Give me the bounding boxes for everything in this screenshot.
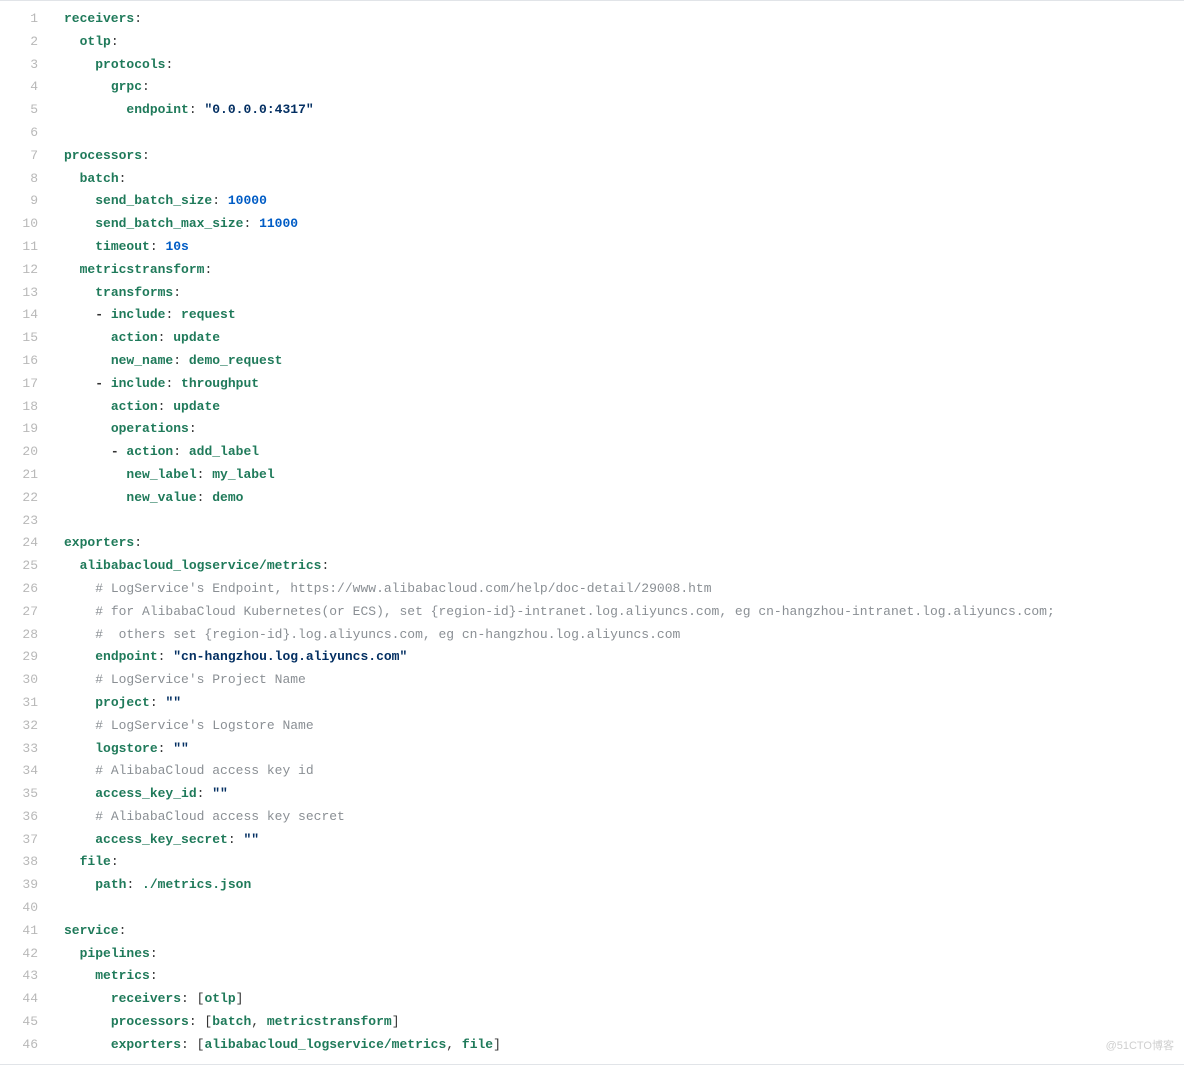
code-block: 1234567891011121314151617181920212223242… [0,0,1184,1065]
line-number: 3 [0,54,52,77]
line-number: 13 [0,282,52,305]
line-number: 24 [0,532,52,555]
code-line: service: [64,920,1184,943]
code-line [64,897,1184,920]
code-line: operations: [64,418,1184,441]
line-number: 2 [0,31,52,54]
line-number: 40 [0,897,52,920]
code-content[interactable]: receivers: otlp: protocols: grpc: endpoi… [52,1,1184,1064]
code-line: # others set {region-id}.log.aliyuncs.co… [64,624,1184,647]
line-number: 27 [0,601,52,624]
line-number: 7 [0,145,52,168]
line-number: 4 [0,76,52,99]
code-line [64,510,1184,533]
line-number: 18 [0,396,52,419]
code-line: send_batch_size: 10000 [64,190,1184,213]
code-line: project: "" [64,692,1184,715]
watermark: @51CTO博客 [1106,1035,1174,1058]
code-line: # LogService's Project Name [64,669,1184,692]
line-number: 26 [0,578,52,601]
code-line: new_value: demo [64,487,1184,510]
code-line: # AlibabaCloud access key secret [64,806,1184,829]
line-number: 10 [0,213,52,236]
line-number: 31 [0,692,52,715]
line-number: 30 [0,669,52,692]
line-number: 21 [0,464,52,487]
code-line: - include: request [64,304,1184,327]
line-number: 35 [0,783,52,806]
line-number: 33 [0,738,52,761]
code-line: protocols: [64,54,1184,77]
code-line [64,122,1184,145]
line-number: 11 [0,236,52,259]
code-line: file: [64,851,1184,874]
code-line: pipelines: [64,943,1184,966]
code-line: processors: [64,145,1184,168]
code-line: alibabacloud_logservice/metrics: [64,555,1184,578]
line-number: 6 [0,122,52,145]
line-number: 46 [0,1034,52,1057]
code-line: - include: throughput [64,373,1184,396]
code-line: action: update [64,327,1184,350]
line-number: 9 [0,190,52,213]
code-line: endpoint: "0.0.0.0:4317" [64,99,1184,122]
code-line: grpc: [64,76,1184,99]
line-number: 43 [0,965,52,988]
code-line: exporters: [alibabacloud_logservice/metr… [64,1034,1184,1057]
code-line: batch: [64,168,1184,191]
code-line: new_name: demo_request [64,350,1184,373]
code-line: metrics: [64,965,1184,988]
code-line: receivers: [otlp] [64,988,1184,1011]
code-line: transforms: [64,282,1184,305]
line-number: 42 [0,943,52,966]
line-number: 5 [0,99,52,122]
code-line: # LogService's Endpoint, https://www.ali… [64,578,1184,601]
code-line: # LogService's Logstore Name [64,715,1184,738]
line-number: 19 [0,418,52,441]
code-line: new_label: my_label [64,464,1184,487]
line-number: 36 [0,806,52,829]
line-number: 20 [0,441,52,464]
line-number: 34 [0,760,52,783]
code-line: action: update [64,396,1184,419]
code-line: timeout: 10s [64,236,1184,259]
line-number: 1 [0,8,52,31]
code-line: metricstransform: [64,259,1184,282]
line-number: 25 [0,555,52,578]
line-number: 37 [0,829,52,852]
code-line: receivers: [64,8,1184,31]
code-line: exporters: [64,532,1184,555]
code-line: - action: add_label [64,441,1184,464]
line-number: 8 [0,168,52,191]
line-number: 14 [0,304,52,327]
line-number: 22 [0,487,52,510]
line-number: 29 [0,646,52,669]
line-number: 16 [0,350,52,373]
line-number: 17 [0,373,52,396]
line-number: 38 [0,851,52,874]
code-line: # AlibabaCloud access key id [64,760,1184,783]
line-number: 12 [0,259,52,282]
code-line: access_key_secret: "" [64,829,1184,852]
line-number: 41 [0,920,52,943]
line-number: 45 [0,1011,52,1034]
code-line: logstore: "" [64,738,1184,761]
code-line: send_batch_max_size: 11000 [64,213,1184,236]
line-number: 28 [0,624,52,647]
line-number: 32 [0,715,52,738]
line-number: 44 [0,988,52,1011]
line-number: 23 [0,510,52,533]
code-line: path: ./metrics.json [64,874,1184,897]
line-number: 15 [0,327,52,350]
code-line: # for AlibabaCloud Kubernetes(or ECS), s… [64,601,1184,624]
line-number: 39 [0,874,52,897]
code-line: processors: [batch, metricstransform] [64,1011,1184,1034]
code-line: access_key_id: "" [64,783,1184,806]
line-number-gutter: 1234567891011121314151617181920212223242… [0,1,52,1064]
code-line: otlp: [64,31,1184,54]
code-line: endpoint: "cn-hangzhou.log.aliyuncs.com" [64,646,1184,669]
